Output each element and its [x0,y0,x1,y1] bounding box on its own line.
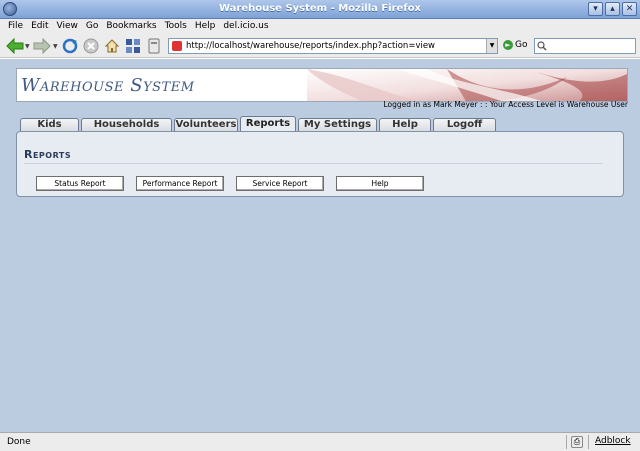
go-button[interactable]: ► Go [503,40,527,50]
back-dropdown-icon[interactable]: ▼ [25,43,30,50]
status-divider [588,435,589,449]
title-divider [24,163,603,164]
go-label: Go [515,40,528,50]
menu-file[interactable]: File [5,19,28,34]
reload-icon[interactable] [62,38,78,54]
search-input[interactable] [534,38,636,54]
banner-image [307,69,627,101]
help-button[interactable]: Help [336,176,424,191]
window-title: Warehouse System - Mozilla Firefox [218,3,422,14]
login-status: Logged in as Mark Meyer : : Your Access … [383,100,628,109]
tab-my-settings[interactable]: My Settings [298,118,377,131]
close-button[interactable]: ✕ [622,2,637,16]
bookmark-manager-icon[interactable] [125,38,141,54]
menu-tools[interactable]: Tools [162,19,192,34]
app-title: Warehouse System [21,75,195,96]
tab-kids[interactable]: Kids [20,118,79,131]
menu-edit[interactable]: Edit [28,19,53,34]
menu-view[interactable]: View [54,19,83,34]
forward-arrow-icon[interactable] [32,38,52,54]
service-report-button[interactable]: Service Report [236,176,324,191]
minimize-button[interactable]: ▾ [588,2,603,16]
menu-go[interactable]: Go [83,19,103,34]
forward-dropdown-icon[interactable]: ▼ [53,43,58,50]
menu-bookmarks[interactable]: Bookmarks [103,19,161,34]
back-arrow-icon[interactable] [5,38,25,54]
menu-help[interactable]: Help [192,19,221,34]
url-history-dropdown-icon[interactable]: ▼ [486,39,497,53]
status-report-button[interactable]: Status Report [36,176,124,191]
app-header: Warehouse System [16,68,628,102]
navigation-toolbar: ▼ ▼ ▼ ► Go [0,34,640,58]
tab-households[interactable]: Households [81,118,172,131]
page-title: Reports [24,148,72,161]
menu-bar: File Edit View Go Bookmarks Tools Help d… [0,19,640,34]
go-arrow-icon: ► [503,40,513,50]
page-favicon-icon [172,41,182,51]
address-bar[interactable]: ▼ [168,38,498,54]
tab-help[interactable]: Help [379,118,431,131]
print-icon[interactable]: ⎙ [571,436,583,448]
status-bar: Done ⎙ Adblock [0,432,640,451]
tag-icon[interactable] [146,38,162,54]
window-titlebar: Warehouse System - Mozilla Firefox ▾ ▴ ✕ [0,0,640,19]
tab-logoff[interactable]: Logoff [433,118,496,131]
adblock-link[interactable]: Adblock [595,436,631,446]
search-icon [537,41,547,51]
stop-icon[interactable] [83,38,99,54]
status-text: Done [7,437,31,447]
tab-volunteers[interactable]: Volunteers [174,118,238,131]
home-icon[interactable] [104,38,120,54]
menu-delicious[interactable]: del.icio.us [220,19,273,34]
status-divider [566,435,567,449]
performance-report-button[interactable]: Performance Report [136,176,224,191]
reports-panel: Reports Status Report Performance Report… [16,131,624,197]
url-input[interactable] [186,40,486,52]
maximize-button[interactable]: ▴ [605,2,620,16]
page-content: Warehouse System Logged in as Mark Meyer… [0,59,640,432]
